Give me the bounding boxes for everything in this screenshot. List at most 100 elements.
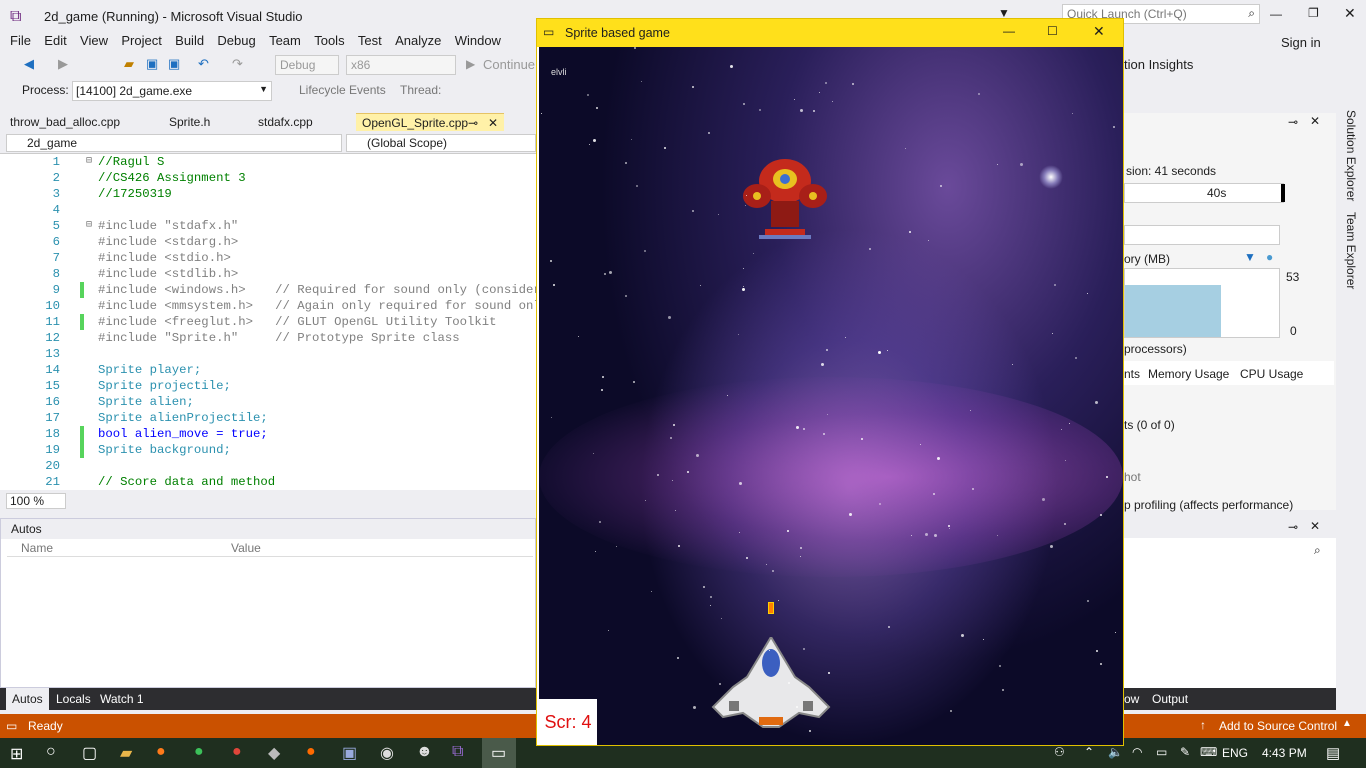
pen-icon[interactable]: ✎ [1180, 745, 1190, 759]
task-view-icon[interactable]: ▢ [82, 743, 97, 763]
platform-select[interactable]: x86 [346, 55, 456, 75]
code-line[interactable]: 5 ⊟ #include "stdafx.h" [0, 218, 536, 234]
close-icon[interactable]: ✕ [1093, 23, 1105, 40]
game-taskbar-button[interactable]: ▭ [482, 738, 516, 768]
notifications-icon[interactable]: ▤ [1326, 744, 1340, 762]
code-line[interactable]: 4 [0, 202, 536, 218]
open-folder-icon[interactable]: ▰ [124, 56, 134, 72]
battery-icon[interactable]: ▭ [1156, 745, 1167, 759]
code-line[interactable]: 13 [0, 346, 536, 362]
menu-window[interactable]: Window [445, 32, 501, 50]
scope-select[interactable]: (Global Scope) [346, 134, 536, 152]
menu-edit[interactable]: Edit [34, 32, 66, 50]
tab-throw-bad-alloc[interactable]: throw_bad_alloc.cpp [4, 113, 126, 131]
pin-icon[interactable]: ⊸ [468, 114, 478, 132]
minimize-icon[interactable]: — [1270, 7, 1282, 21]
code-line[interactable]: 2 //CS426 Assignment 3 [0, 170, 536, 186]
menu-test[interactable]: Test [348, 32, 382, 50]
panel-close-icon[interactable]: ✕ [1310, 114, 1320, 128]
maximize-icon[interactable]: ❐ [1308, 6, 1319, 20]
app-icon[interactable]: ▣ [342, 743, 357, 763]
tab-autos[interactable]: Autos [6, 688, 49, 710]
menu-team[interactable]: Team [259, 32, 301, 50]
code-line[interactable]: 3 //17250319 [0, 186, 536, 202]
wifi-icon[interactable]: ◠ [1132, 745, 1142, 759]
forward-icon[interactable]: ▶ [58, 56, 68, 72]
save-all-icon[interactable]: ▣ [168, 56, 180, 72]
heap-profiling-option[interactable]: p profiling (affects performance) [1124, 498, 1293, 512]
volume-icon[interactable]: 🔈 [1108, 745, 1123, 759]
app-icon[interactable]: ◉ [380, 743, 394, 763]
app-icon[interactable]: ☻ [416, 743, 433, 761]
panel-close-icon[interactable]: ✕ [1310, 519, 1320, 533]
zoom-select[interactable]: 100 % [6, 493, 66, 509]
tab-watch-1[interactable]: Watch 1 [94, 688, 150, 710]
game-title-bar[interactable]: ▭ Sprite based game — ☐ ✕ [537, 19, 1123, 47]
code-line[interactable]: 1 ⊟ //Ragul S [0, 154, 536, 170]
close-icon[interactable]: ✕ [1344, 5, 1356, 22]
team-explorer-tab[interactable]: Team Explorer [1344, 212, 1358, 289]
chevron-up-icon[interactable]: ▲ [1342, 718, 1352, 729]
code-line[interactable]: 10 #include <mmsystem.h> // Again only re… [0, 298, 548, 314]
menu-file[interactable]: File [0, 32, 31, 50]
save-icon[interactable]: ▣ [146, 56, 158, 72]
code-line[interactable]: 17 Sprite alienProjectile; [0, 410, 536, 426]
process-select[interactable]: [14100] 2d_game.exe ▼ [72, 81, 272, 101]
game-window[interactable]: ▭ Sprite based game — ☐ ✕ elvli Scr: 4 [536, 18, 1124, 746]
tab-error-list[interactable]: ow [1124, 692, 1139, 706]
menu-view[interactable]: View [70, 32, 108, 50]
browser-icon[interactable]: ● [306, 743, 316, 761]
code-line[interactable]: 19 Sprite background; [0, 442, 536, 458]
code-line[interactable]: 12 #include "Sprite.h" // Prototype Sprit… [0, 330, 536, 346]
tab-close-icon[interactable]: ✕ [488, 114, 498, 132]
chevron-up-icon[interactable]: ⌃ [1084, 745, 1094, 759]
take-snapshot[interactable]: hot [1124, 470, 1141, 484]
search-circle-icon[interactable]: ○ [46, 743, 56, 761]
redo-icon[interactable]: ↷ [232, 56, 243, 72]
code-line[interactable]: 6 #include <stdarg.h> [0, 234, 536, 250]
language-indicator[interactable]: ENG [1222, 746, 1248, 760]
back-icon[interactable]: ◀ [24, 56, 34, 72]
collapse-icon[interactable]: ⊟ [86, 218, 92, 234]
code-line[interactable]: 14 Sprite player; [0, 362, 536, 378]
search-icon[interactable]: ⌕ [1314, 543, 1321, 558]
menu-tools[interactable]: Tools [304, 32, 344, 50]
app-insights-button[interactable]: tion Insights [1124, 57, 1193, 72]
clock[interactable]: 4:43 PM [1262, 746, 1307, 760]
file-explorer-icon[interactable]: ▰ [120, 743, 132, 763]
pin-icon[interactable]: ⊸ [1288, 115, 1298, 129]
chrome-icon[interactable]: ● [232, 743, 242, 761]
sign-in-link[interactable]: Sign in [1281, 34, 1321, 52]
code-line[interactable]: 7 #include <stdio.h> [0, 250, 536, 266]
tab-output[interactable]: Output [1152, 692, 1188, 706]
solution-explorer-tab[interactable]: Solution Explorer [1344, 110, 1358, 201]
tab-events[interactable]: nts [1124, 367, 1140, 381]
game-canvas[interactable]: elvli Scr: 4 [539, 47, 1123, 745]
menu-debug[interactable]: Debug [207, 32, 255, 50]
people-icon[interactable]: ⚇ [1054, 745, 1065, 759]
add-source-control[interactable]: Add to Source Control [1219, 719, 1337, 733]
minimize-icon[interactable]: — [1003, 24, 1015, 38]
code-line[interactable]: 20 [0, 458, 536, 474]
keyboard-icon[interactable]: ⌨ [1200, 745, 1217, 759]
tab-opengl-sprite[interactable]: OpenGL_Sprite.cpp ⊸ ✕ [356, 113, 504, 131]
config-select[interactable]: Debug [275, 55, 339, 75]
menu-analyze[interactable]: Analyze [385, 32, 441, 50]
windows-start-icon[interactable]: ⊞ [10, 744, 23, 764]
code-line[interactable]: 15 Sprite projectile; [0, 378, 536, 394]
code-line[interactable]: 8 #include <stdlib.h> [0, 266, 536, 282]
code-line[interactable]: 18 bool alien_move = true; [0, 426, 536, 442]
undo-icon[interactable]: ↶ [198, 56, 209, 72]
tab-memory-usage[interactable]: Memory Usage [1148, 367, 1229, 381]
tab-cpu-usage[interactable]: CPU Usage [1240, 367, 1303, 381]
project-select[interactable]: 2d_game [6, 134, 342, 152]
whatsapp-icon[interactable]: ● [194, 743, 204, 761]
code-editor[interactable]: 1 ⊟ //Ragul S 2 //CS426 Assignment 3 3 //17250… [0, 154, 563, 490]
menu-project[interactable]: Project [111, 32, 161, 50]
tab-locals[interactable]: Locals [50, 688, 97, 710]
menu-build[interactable]: Build [165, 32, 204, 50]
tab-sprite-h[interactable]: Sprite.h [163, 113, 216, 131]
code-line[interactable]: 11 #include <freeglut.h> // GLUT OpenGL U… [0, 314, 536, 330]
maximize-icon[interactable]: ☐ [1047, 24, 1058, 38]
firefox-icon[interactable]: ● [156, 743, 166, 761]
